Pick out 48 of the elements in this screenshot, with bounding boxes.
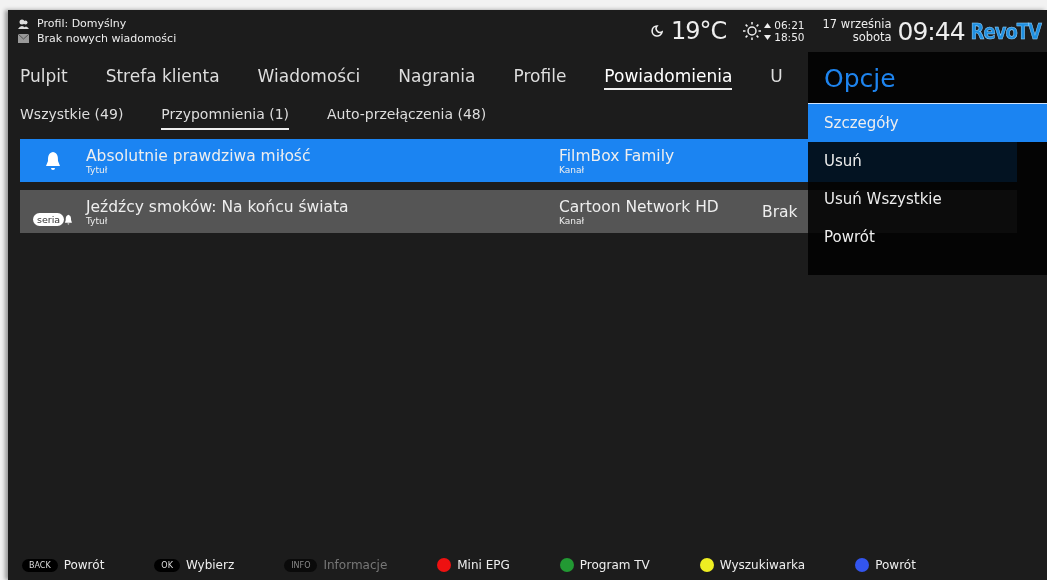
date-label: 17 września [822,18,892,31]
weekday-label: sobota [852,31,892,44]
menu-title: Opcje [823,63,897,95]
envelope-icon [18,34,29,43]
filter-tab[interactable]: Wszystkie (49) [20,106,124,130]
series-badge: seria [33,212,65,226]
nav-tab[interactable]: Profile [513,64,567,90]
remote-key: OK [154,558,180,572]
moon-icon [650,25,663,37]
bell-icon [44,150,62,171]
nav-tab[interactable]: Wiadomości [257,64,361,90]
filter-tab[interactable]: Auto-przełączenia (48) [327,106,487,130]
people-icon [18,18,29,29]
sun-icon [742,21,763,41]
nav-tab[interactable]: Strefa klienta [105,64,220,90]
title-text: Absolutnie prawdziwa miłość [86,146,312,165]
hint-label: Informacje [323,558,388,572]
channel-caption: Kanał [559,164,586,175]
profile-label: Profil: Domyślny [37,17,127,30]
remote-key: BACK [22,558,58,572]
nav-tab[interactable]: Pulpit [20,64,68,90]
event-info: Brak [762,202,799,221]
remote-key: INFO [284,558,318,572]
nav-tab[interactable]: U [770,64,783,90]
title-caption: Tytuł [86,164,109,175]
channel-text: FilmBox Family [559,146,676,165]
hint-label: Mini EPG [457,558,510,572]
filter-tab[interactable]: Przypomnienia (1) [161,106,290,130]
title-text: Jeźdźcy smoków: Na końcu świata [86,197,350,216]
hint-label: Wyszukiwarka [719,558,806,572]
sunrise-time: 06:21 [774,19,805,31]
clock-time: 09:44 [897,16,965,46]
hint-label: Program TV [579,558,650,572]
bell-icon [64,213,73,226]
title-caption: Tytuł [86,215,109,226]
up-arrow-icon [764,22,772,28]
hint-label: Powrót [63,558,105,572]
logo: RevoTV [970,18,1041,44]
channel-text: Cartoon Network HD [559,197,720,216]
down-arrow-icon [764,34,772,40]
nav-tab[interactable]: Powiadomienia [604,64,733,90]
channel-caption: Kanał [559,215,586,226]
messages-label: Brak nowych wiadomości [37,32,177,45]
nav-tab[interactable]: Nagrania [398,64,476,90]
temperature: 19°C [670,17,727,45]
sunset-time: 18:50 [774,31,805,43]
hint-label: Powrót [875,558,916,572]
hint-label: Wybierz [185,558,235,572]
